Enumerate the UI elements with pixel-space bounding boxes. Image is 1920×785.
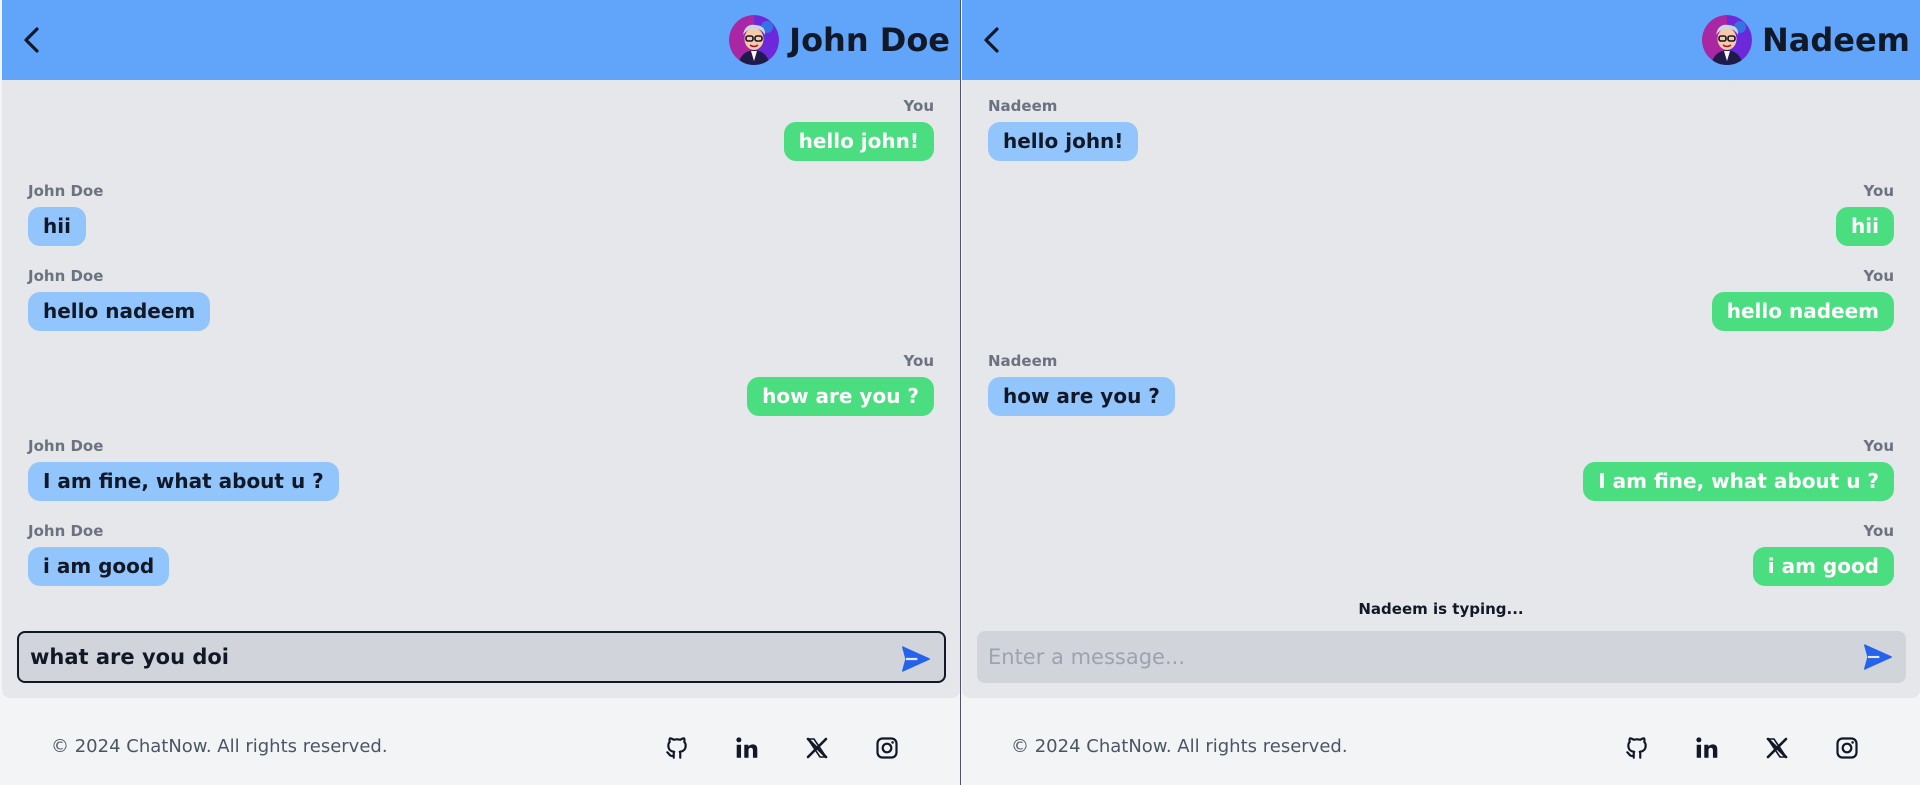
message-list: You hello john! John Doe hii John Doe he… (28, 97, 934, 607)
message-bubble: hii (1836, 207, 1894, 246)
message-input[interactable] (19, 633, 879, 681)
message-bubble: hello nadeem (28, 292, 211, 331)
chat-window: Nadeem Nadeem hello john! You hii You he… (962, 0, 1920, 698)
message-item: You I am fine, what about u ? (988, 437, 1894, 522)
message-item: You hello john! (28, 97, 934, 182)
message-bubble: i am good (28, 547, 170, 586)
x-icon[interactable] (803, 734, 831, 762)
message-bubble: I am fine, what about u ? (1583, 462, 1894, 501)
message-item: John Doe i am good (28, 522, 934, 607)
send-icon (1864, 644, 1892, 670)
message-item: John Doe hello nadeem (28, 267, 934, 352)
message-bubble: hello john! (988, 122, 1139, 161)
linkedin-icon[interactable] (1693, 734, 1721, 762)
send-button[interactable] (900, 643, 932, 675)
chat-header: John Doe (2, 0, 960, 80)
message-item: Nadeem how are you ? (988, 352, 1894, 437)
linkedin-icon[interactable] (733, 734, 761, 762)
message-sender: John Doe (28, 437, 104, 455)
chat-header: Nadeem (962, 0, 1920, 80)
back-button[interactable] (16, 24, 46, 56)
x-icon[interactable] (1763, 734, 1791, 762)
github-icon[interactable] (663, 734, 691, 762)
message-item: You how are you ? (28, 352, 934, 437)
instagram-icon[interactable] (873, 734, 901, 762)
chevron-left-icon (984, 27, 999, 53)
github-icon[interactable] (1623, 734, 1651, 762)
chevron-left-icon (24, 27, 39, 53)
chat-window: John Doe You hello john! John Doe hii Jo… (2, 0, 960, 698)
message-bubble: I am fine, what about u ? (28, 462, 339, 501)
message-list: Nadeem hello john! You hii You hello nad… (988, 97, 1894, 607)
message-item: You hii (988, 182, 1894, 267)
copyright-text: © 2024 ChatNow. All rights reserved. (51, 736, 388, 757)
message-sender: John Doe (28, 182, 104, 200)
message-sender: You (1863, 437, 1894, 455)
message-sender: You (1863, 522, 1894, 540)
footer: © 2024 ChatNow. All rights reserved. (962, 712, 1920, 785)
message-item: John Doe I am fine, what about u ? (28, 437, 934, 522)
message-input-bar (17, 631, 946, 683)
message-sender: You (903, 352, 934, 370)
send-icon (902, 646, 930, 672)
message-sender: Nadeem (988, 352, 1058, 370)
send-button[interactable] (1862, 641, 1894, 673)
message-bubble: hello nadeem (1711, 292, 1894, 331)
chat-pane-nadeem: Nadeem Nadeem hello john! You hii You he… (962, 0, 1920, 785)
message-sender: Nadeem (988, 97, 1058, 115)
contact-name: John Doe (789, 21, 950, 59)
message-bubble: hii (28, 207, 86, 246)
back-button[interactable] (976, 24, 1006, 56)
contact-name: Nadeem (1761, 21, 1910, 59)
message-input[interactable] (977, 631, 1837, 683)
message-sender: You (1863, 267, 1894, 285)
message-sender: You (903, 97, 934, 115)
message-input-bar (977, 631, 1906, 683)
cartoon-avatar-icon[interactable] (729, 15, 780, 65)
message-item: John Doe hii (28, 182, 934, 267)
message-item: Nadeem hello john! (988, 97, 1894, 182)
typing-indicator: Nadeem is typing... (1358, 600, 1524, 618)
cartoon-avatar-icon[interactable] (1701, 15, 1752, 65)
message-bubble: how are you ? (988, 377, 1175, 416)
message-sender: John Doe (28, 267, 104, 285)
chat-pane-john-doe: John Doe You hello john! John Doe hii Jo… (2, 0, 960, 785)
message-bubble: i am good (1752, 547, 1894, 586)
footer: © 2024 ChatNow. All rights reserved. (2, 712, 960, 785)
copyright-text: © 2024 ChatNow. All rights reserved. (1011, 736, 1348, 757)
message-bubble: how are you ? (747, 377, 934, 416)
message-bubble: hello john! (783, 122, 934, 161)
message-item: You i am good (988, 522, 1894, 607)
message-item: You hello nadeem (988, 267, 1894, 352)
message-sender: John Doe (28, 522, 104, 540)
message-sender: You (1863, 182, 1894, 200)
instagram-icon[interactable] (1833, 734, 1861, 762)
